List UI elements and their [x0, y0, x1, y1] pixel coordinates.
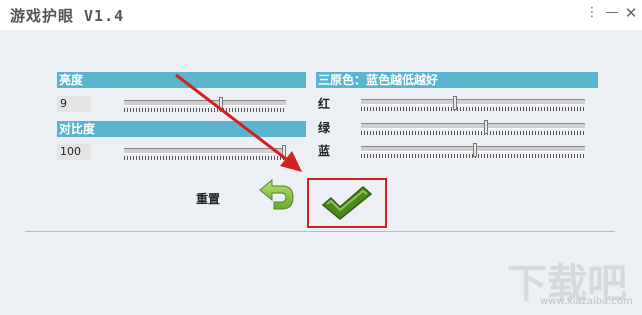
watermark-domain: www.xiazaiba.com — [540, 296, 633, 307]
